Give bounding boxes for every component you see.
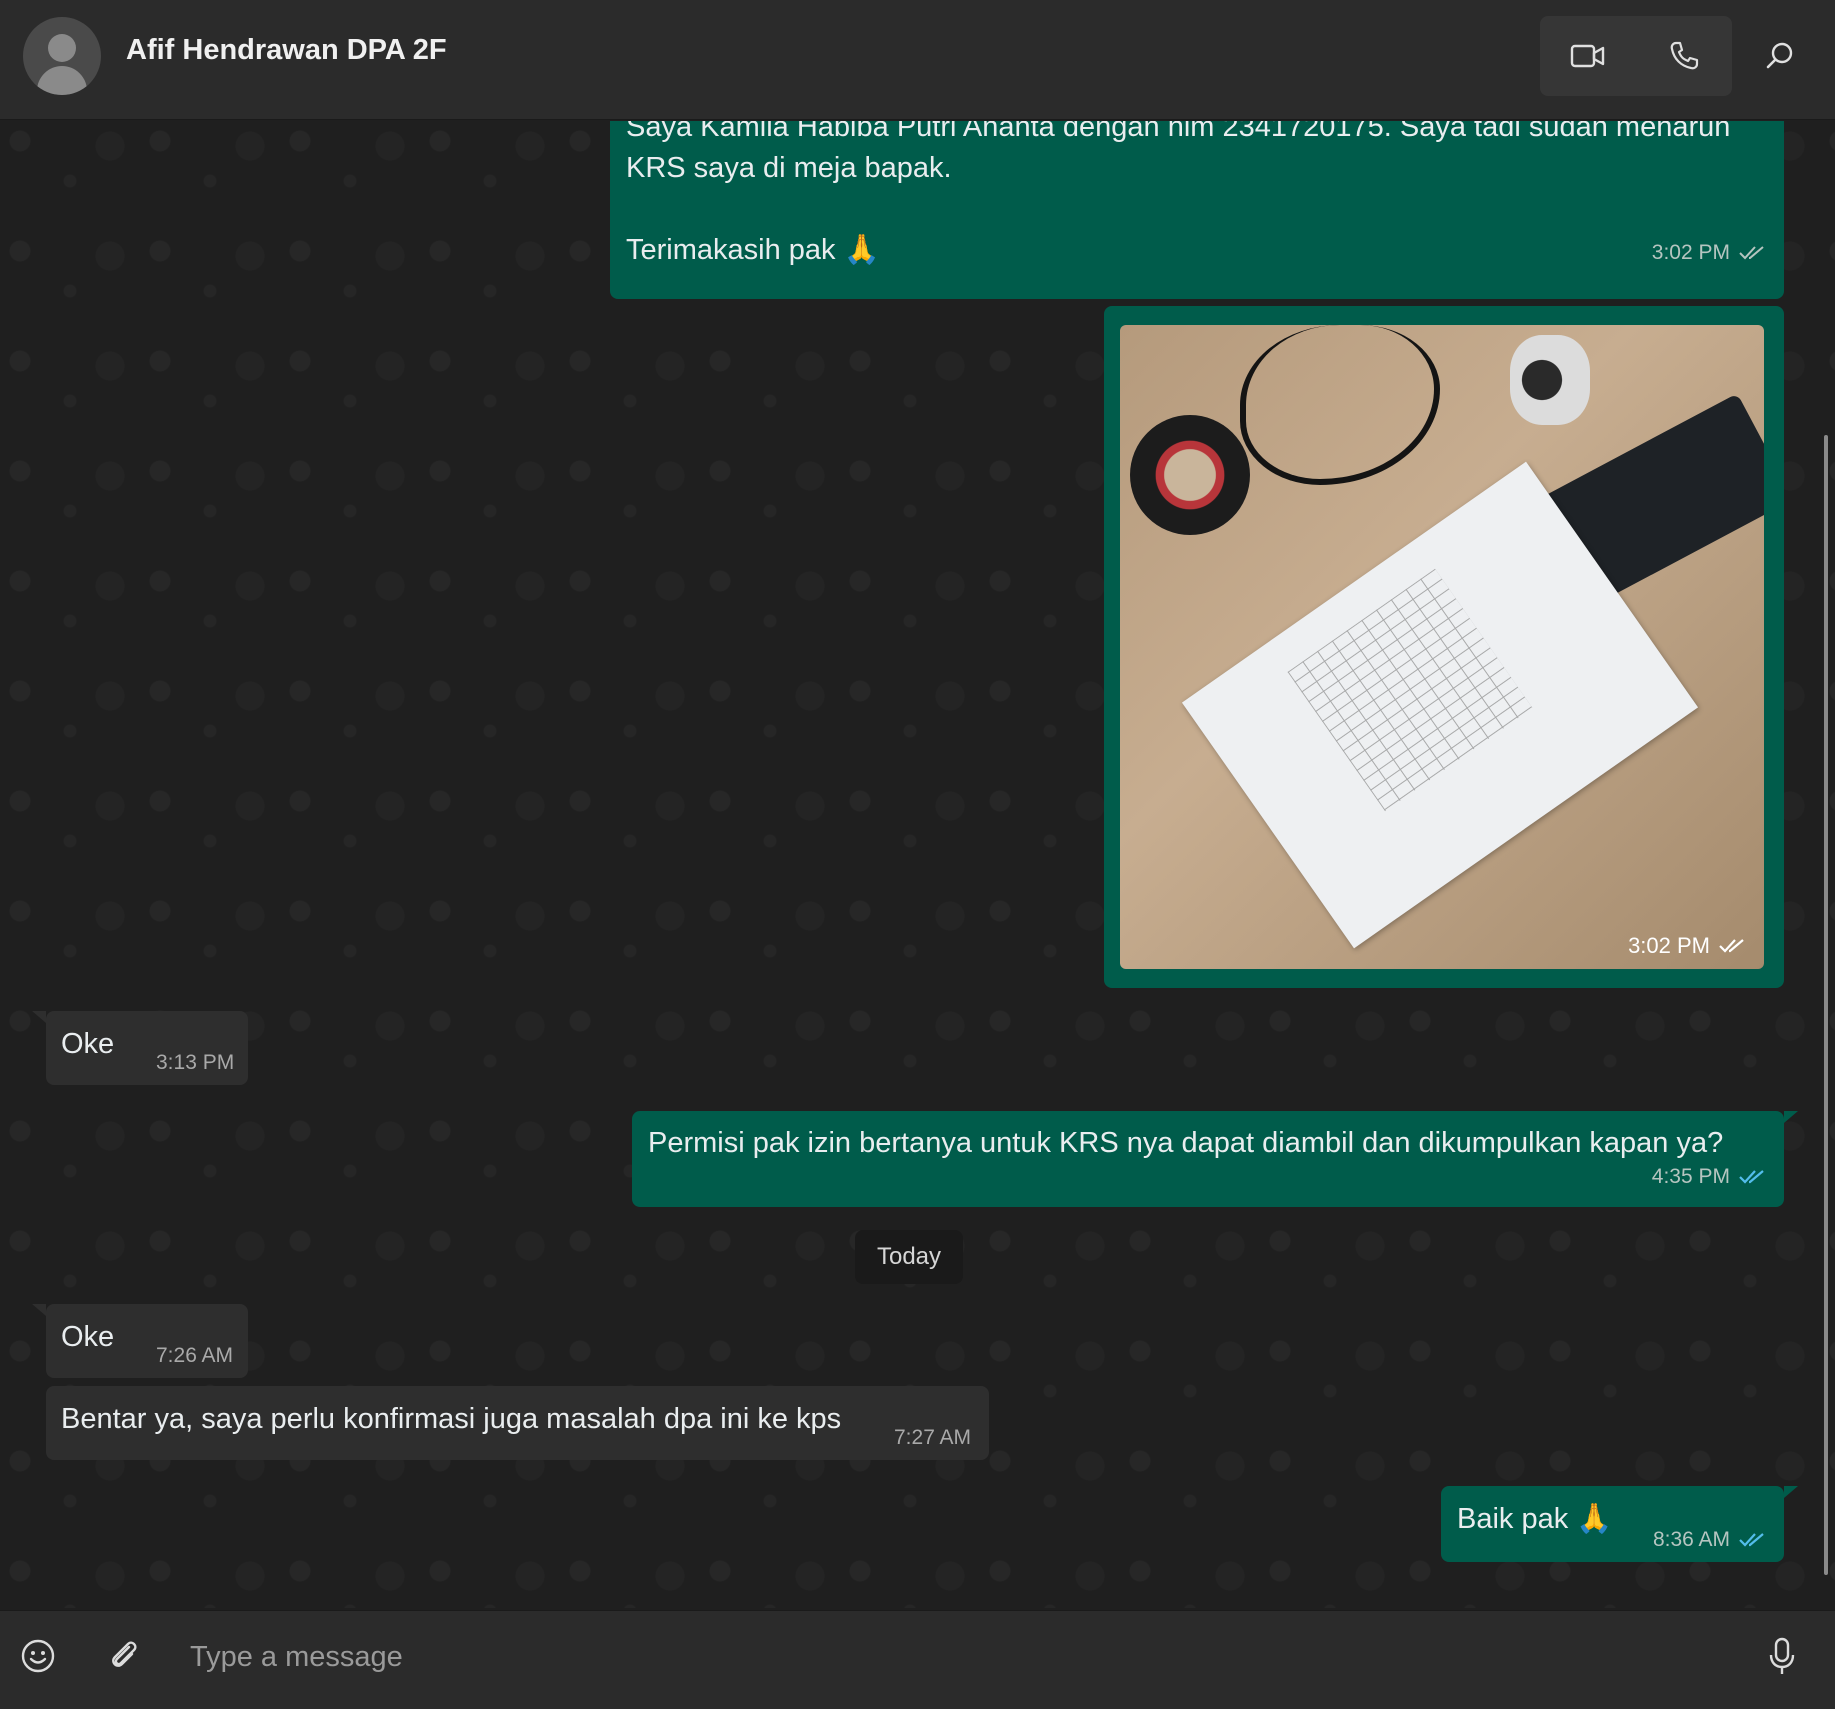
message-time: 3:02 PM [1628, 933, 1710, 958]
photo-cables [1240, 325, 1440, 485]
date-divider: Today [855, 1230, 963, 1284]
message-time: 4:35 PM [1651, 1165, 1730, 1188]
paperclip-icon [112, 1641, 137, 1667]
message-input[interactable] [190, 1629, 1690, 1685]
double-check-read-icon [1739, 1170, 1764, 1184]
voice-call-icon [1670, 41, 1699, 70]
chat-scrollbar[interactable] [1824, 435, 1828, 1575]
message-time: 7:27 AM [894, 1426, 972, 1449]
photo-speaker [1510, 335, 1590, 425]
contact-name[interactable]: Afif Hendrawan DPA 2F [126, 34, 447, 67]
message-meta: 7:27 AM [894, 1426, 971, 1450]
message-meta: 8:36 AM [1653, 1528, 1766, 1552]
double-check-read-icon [1739, 1533, 1764, 1547]
message-meta: 3:02 PM [1628, 933, 1746, 959]
message-time: 3:13 PM [156, 1051, 235, 1074]
message-time: 3:02 PM [1651, 241, 1730, 264]
contact-avatar[interactable] [23, 17, 101, 95]
video-call-button[interactable] [1540, 16, 1636, 96]
message-meta: 3:02 PM [1652, 241, 1766, 265]
photo-tape-roll [1130, 415, 1250, 535]
voice-message-button[interactable] [1760, 1633, 1804, 1681]
message-bubble-outgoing[interactable]: Saya Kamila Habiba Putri Ananta dengan n… [610, 121, 1784, 299]
message-bubble-incoming[interactable]: Oke 3:13 PM [46, 1011, 248, 1085]
bubble-tail [1784, 1111, 1798, 1123]
search-icon [1766, 42, 1793, 69]
message-meta: 7:26 AM [156, 1344, 233, 1368]
search-button[interactable] [1740, 16, 1820, 96]
message-bubble-outgoing[interactable]: Baik pak 🙏 8:36 AM [1441, 1486, 1784, 1562]
emoji-icon [21, 1639, 55, 1673]
message-text: Oke [61, 1028, 115, 1060]
bubble-tail [1784, 1486, 1798, 1498]
attach-button[interactable] [104, 1636, 144, 1676]
message-text: Bentar ya, saya perlu konfirmasi juga ma… [61, 1403, 842, 1435]
emoji-button[interactable] [18, 1636, 58, 1676]
message-composer [0, 1610, 1835, 1709]
message-meta: 4:35 PM [1652, 1165, 1766, 1189]
message-text: Saya Kamila Habiba Putri Ananta dengan n… [626, 121, 1731, 266]
microphone-icon [1769, 1637, 1795, 1674]
video-call-icon [1570, 44, 1605, 68]
message-bubble-outgoing[interactable]: Permisi pak izin bertanya untuk KRS nya … [632, 1111, 1784, 1207]
chat-header: Afif Hendrawan DPA 2F [0, 0, 1835, 120]
call-buttons-group [1540, 16, 1732, 96]
double-check-read-icon [1739, 246, 1764, 260]
chat-messages-area[interactable]: Saya Kamila Habiba Putri Ananta dengan n… [0, 121, 1835, 1608]
bubble-tail [32, 1011, 46, 1023]
message-time: 7:26 AM [156, 1344, 234, 1367]
avatar-head-shape [48, 34, 76, 62]
message-bubble-incoming[interactable]: Bentar ya, saya perlu konfirmasi juga ma… [46, 1386, 989, 1460]
bubble-tail [32, 1304, 46, 1316]
double-check-read-icon [1719, 939, 1744, 953]
message-text: Permisi pak izin bertanya untuk KRS nya … [648, 1127, 1724, 1159]
avatar-body-shape [37, 66, 87, 95]
image-message-photo[interactable]: 3:02 PM [1120, 325, 1764, 969]
message-time: 8:36 AM [1652, 1528, 1730, 1551]
message-bubble-incoming[interactable]: Oke 7:26 AM [46, 1304, 248, 1378]
message-text: Oke [61, 1321, 115, 1353]
message-text: Baik pak 🙏 [1457, 1503, 1613, 1535]
message-meta: 3:13 PM [156, 1051, 234, 1075]
voice-call-button[interactable] [1636, 16, 1732, 96]
